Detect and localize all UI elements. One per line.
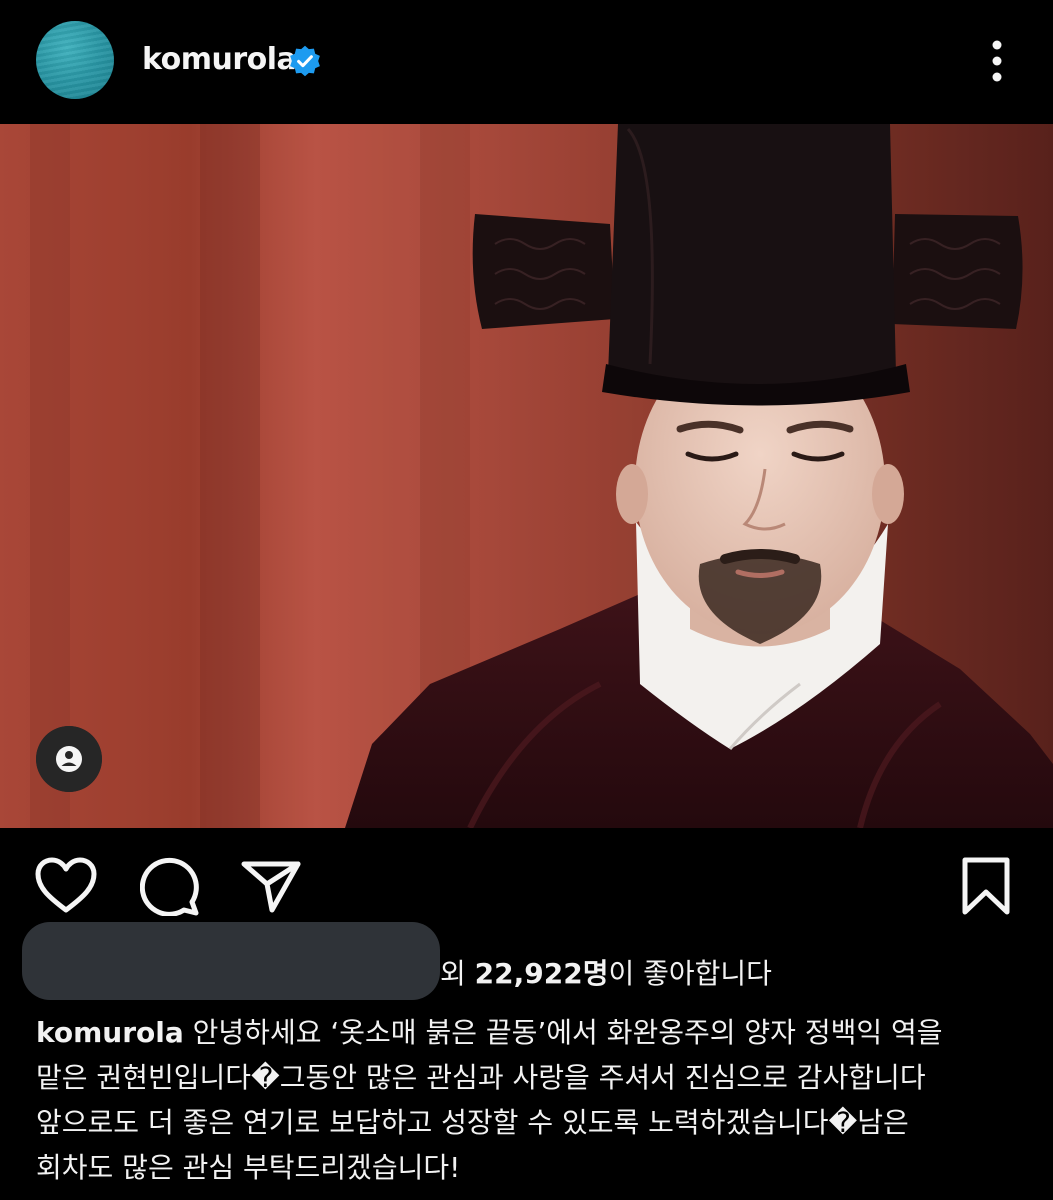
caption-text-1: 안녕하세요 ‘옷소매 붉은 끝동’에서 화완옹주의 양자 정백익 역을 [183,1016,943,1049]
likes-count: 22,922명 [474,957,609,990]
caption-line-4: 회차도 많은 관심 부탁드리겠습니다! [36,1151,461,1184]
post-photo[interactable] [0,124,1053,828]
send-icon[interactable] [240,856,302,916]
caption-line-2: 맡은 권현빈입니다�그동안 많은 관심과 사랑을 주셔서 진심으로 감사합니다 [36,1061,926,1094]
post-username[interactable]: komurola [142,40,297,80]
likes-summary[interactable]: 외 22,922명이 좋아합니다 [440,952,772,996]
likes-prefix: 외 [440,957,475,990]
portrait-image [0,124,1053,828]
post-caption: komurola 안녕하세요 ‘옷소매 붉은 끝동’에서 화완옹주의 양자 정백… [36,1010,1026,1190]
caption-line-1: komurola 안녕하세요 ‘옷소매 붉은 끝동’에서 화완옹주의 양자 정백… [36,1010,1026,1055]
bookmark-icon[interactable] [958,856,1014,916]
verified-badge-icon [290,45,320,77]
more-options-icon[interactable] [980,38,1014,84]
comment-icon[interactable] [140,856,200,916]
post-header: komurola [0,0,1053,124]
redacted-liker-name [22,922,440,1000]
caption-line-3: 앞으로도 더 좋은 연기로 보답하고 성장할 수 있도록 노력하겠습니다�남은 [36,1106,909,1139]
caption-username[interactable]: komurola [36,1016,184,1049]
heart-icon[interactable] [34,856,98,916]
profile-avatar[interactable] [36,21,114,99]
user-tag-icon[interactable] [36,726,102,792]
likes-suffix: 이 좋아합니다 [608,957,772,990]
